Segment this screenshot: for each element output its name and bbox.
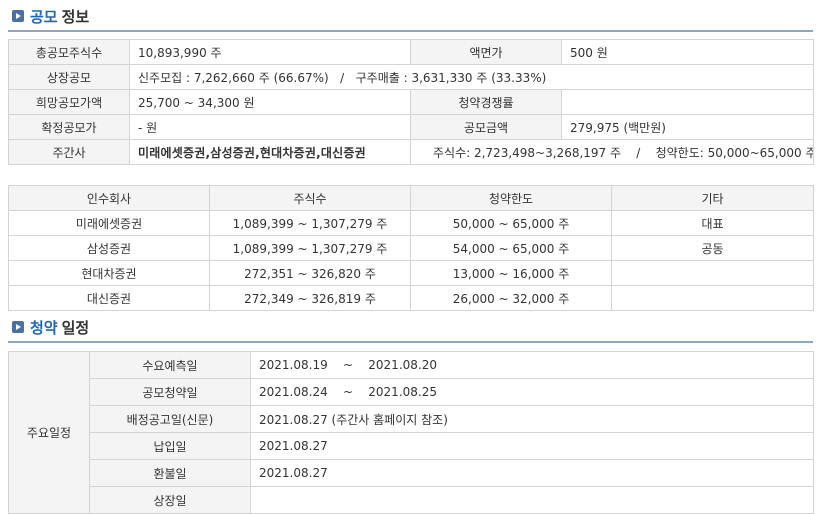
table-row: 상장공모 신주모집 : 7,262,660 주 (66.67%) / 구주매출 …: [8, 64, 814, 90]
ipo-info-table: 총공모주식수 10,893,990 주 액면가 500 원 상장공모 신주모집 …: [8, 39, 814, 165]
table-row: 미래에셋증권 1,089,399 ~ 1,307,279 주 50,000 ~ …: [8, 210, 814, 236]
underwriters-table: 인수회사 주식수 청약한도 기타 미래에셋증권 1,089,399 ~ 1,30…: [8, 185, 814, 311]
offer-amount-label: 공모금액: [410, 114, 562, 140]
table-row: 공모청약일 2021.08.24 ~ 2021.08.25: [9, 378, 814, 406]
cell-limit: 54,000 ~ 65,000 주: [410, 235, 612, 261]
table-row: 주요일정 수요예측일 2021.08.19 ~ 2021.08.20: [8, 351, 814, 514]
cell-company: 대신증권: [8, 285, 210, 311]
schedule-value: 2021.08.27: [250, 432, 814, 460]
schedule-label: 수요예측일: [89, 351, 251, 379]
cell-company: 미래에셋증권: [8, 210, 210, 236]
schedule-value: 2021.08.24 ~ 2021.08.25: [250, 378, 814, 406]
table-row: 총공모주식수 10,893,990 주 액면가 500 원: [8, 39, 814, 65]
cell-etc: [611, 285, 814, 311]
schedule-label: 환불일: [89, 459, 251, 487]
underwriter-label: 주간사: [8, 139, 130, 165]
section-divider: [8, 30, 813, 32]
section-title-accent: 청약: [30, 318, 58, 337]
schedule-group-label: 주요일정: [8, 351, 90, 514]
schedule-value: 2021.08.19 ~ 2021.08.20: [250, 351, 814, 379]
desired-price-label: 희망공모가액: [8, 89, 130, 115]
cell-limit: 50,000 ~ 65,000 주: [410, 210, 612, 236]
total-shares-value: 10,893,990 주: [129, 39, 411, 65]
section-title-accent: 공모: [30, 7, 58, 26]
cell-company: 현대차증권: [8, 260, 210, 286]
schedule-section-title: 청약 일정: [12, 316, 89, 338]
total-shares-label: 총공모주식수: [8, 39, 130, 65]
schedule-label: 배정공고일(신문): [89, 405, 251, 433]
table-row: 현대차증권 272,351 ~ 326,820 주 13,000 ~ 16,00…: [8, 260, 814, 286]
cell-company: 삼성증권: [8, 235, 210, 261]
cell-shares: 272,349 ~ 326,819 주: [209, 285, 411, 311]
table-row: 환불일 2021.08.27: [9, 459, 814, 487]
schedule-label: 납입일: [89, 432, 251, 460]
col-header-shares: 주식수: [209, 185, 411, 211]
final-price-value: - 원: [129, 114, 411, 140]
cell-etc: 공동: [611, 235, 814, 261]
table-row: 대신증권 272,349 ~ 326,819 주 26,000 ~ 32,000…: [8, 285, 814, 311]
final-price-label: 확정공모가: [8, 114, 130, 140]
desired-price-value: 25,700 ~ 34,300 원: [129, 89, 411, 115]
schedule-table: 주요일정 수요예측일 2021.08.19 ~ 2021.08.20 공모청약일…: [8, 351, 814, 514]
table-row: 확정공모가 - 원 공모금액 279,975 (백만원): [8, 114, 814, 140]
table-row: 배정공고일(신문) 2021.08.27 (주간사 홈페이지 참조): [9, 405, 814, 433]
col-header-limit: 청약한도: [410, 185, 612, 211]
section-title-rest: 정보: [61, 7, 90, 26]
schedule-value: 2021.08.27: [250, 459, 814, 487]
cell-etc: 대표: [611, 210, 814, 236]
col-header-company: 인수회사: [8, 185, 210, 211]
cell-shares: 1,089,399 ~ 1,307,279 주: [209, 235, 411, 261]
table-row: 희망공모가액 25,700 ~ 34,300 원 청약경쟁률: [8, 89, 814, 115]
schedule-value: [250, 486, 814, 514]
cell-etc: [611, 260, 814, 286]
schedule-value: 2021.08.27 (주간사 홈페이지 참조): [250, 405, 814, 433]
competition-rate-label: 청약경쟁률: [410, 89, 562, 115]
section-title-rest: 일정: [61, 318, 90, 337]
listing-offer-label: 상장공모: [8, 64, 130, 90]
table-row: 납입일 2021.08.27: [9, 432, 814, 460]
underwriter-value: 미래에셋증권,삼성증권,현대차증권,대신증권: [129, 139, 411, 165]
cell-limit: 26,000 ~ 32,000 주: [410, 285, 612, 311]
table-row: 삼성증권 1,089,399 ~ 1,307,279 주 54,000 ~ 65…: [8, 235, 814, 261]
schedule-label: 공모청약일: [89, 378, 251, 406]
listing-offer-value: 신주모집 : 7,262,660 주 (66.67%) / 구주매출 : 3,6…: [129, 64, 814, 90]
bullet-arrow-icon: [12, 10, 24, 22]
competition-rate-value: [561, 89, 814, 115]
cell-shares: 272,351 ~ 326,820 주: [209, 260, 411, 286]
par-value-value: 500 원: [561, 39, 814, 65]
offer-amount-value: 279,975 (백만원): [561, 114, 814, 140]
col-header-etc: 기타: [611, 185, 814, 211]
bullet-arrow-icon: [12, 321, 24, 333]
cell-shares: 1,089,399 ~ 1,307,279 주: [209, 210, 411, 236]
section-divider: [8, 341, 813, 343]
ipo-info-section-title: 공모 정보: [12, 5, 89, 27]
par-value-label: 액면가: [410, 39, 562, 65]
underwriter-shares-limit: 주식수: 2,723,498~3,268,197 주 / 청약한도: 50,00…: [410, 139, 814, 165]
cell-limit: 13,000 ~ 16,000 주: [410, 260, 612, 286]
table-row: 주간사 미래에셋증권,삼성증권,현대차증권,대신증권 주식수: 2,723,49…: [8, 139, 814, 165]
schedule-label: 상장일: [89, 486, 251, 514]
table-row: 상장일: [9, 486, 814, 514]
table-header-row: 인수회사 주식수 청약한도 기타: [8, 185, 814, 211]
